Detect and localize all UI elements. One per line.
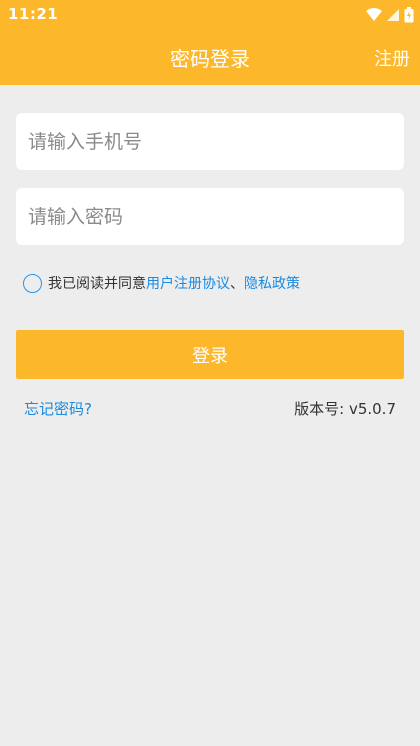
user-agreement-link[interactable]: 用户注册协议 bbox=[146, 273, 230, 293]
login-button[interactable]: 登录 bbox=[16, 330, 404, 379]
version-label: 版本号: v5.0.7 bbox=[294, 400, 396, 418]
battery-icon bbox=[404, 7, 414, 23]
agree-text: 我已阅读并同意 bbox=[48, 276, 146, 292]
phone-input[interactable] bbox=[16, 113, 404, 170]
wifi-icon bbox=[366, 8, 382, 22]
signal-icon bbox=[386, 8, 400, 22]
app-header: 11:21 密码登录 注册 bbox=[0, 0, 420, 85]
agree-radio[interactable] bbox=[23, 273, 42, 293]
password-input[interactable] bbox=[16, 188, 404, 245]
agree-separator: 、 bbox=[230, 276, 244, 292]
status-icons bbox=[366, 6, 414, 24]
agreement-row: 我已阅读并同意 用户注册协议 、 隐私政策 bbox=[23, 273, 300, 293]
forgot-password-link[interactable]: 忘记密码? bbox=[24, 398, 92, 419]
privacy-policy-link[interactable]: 隐私政策 bbox=[244, 273, 300, 293]
phone-field-container bbox=[16, 113, 404, 170]
status-bar: 11:21 bbox=[0, 0, 420, 30]
register-button[interactable]: 注册 bbox=[374, 45, 410, 71]
page-title: 密码登录 bbox=[170, 47, 250, 71]
password-field-container bbox=[16, 188, 404, 245]
status-time: 11:21 bbox=[8, 5, 59, 23]
